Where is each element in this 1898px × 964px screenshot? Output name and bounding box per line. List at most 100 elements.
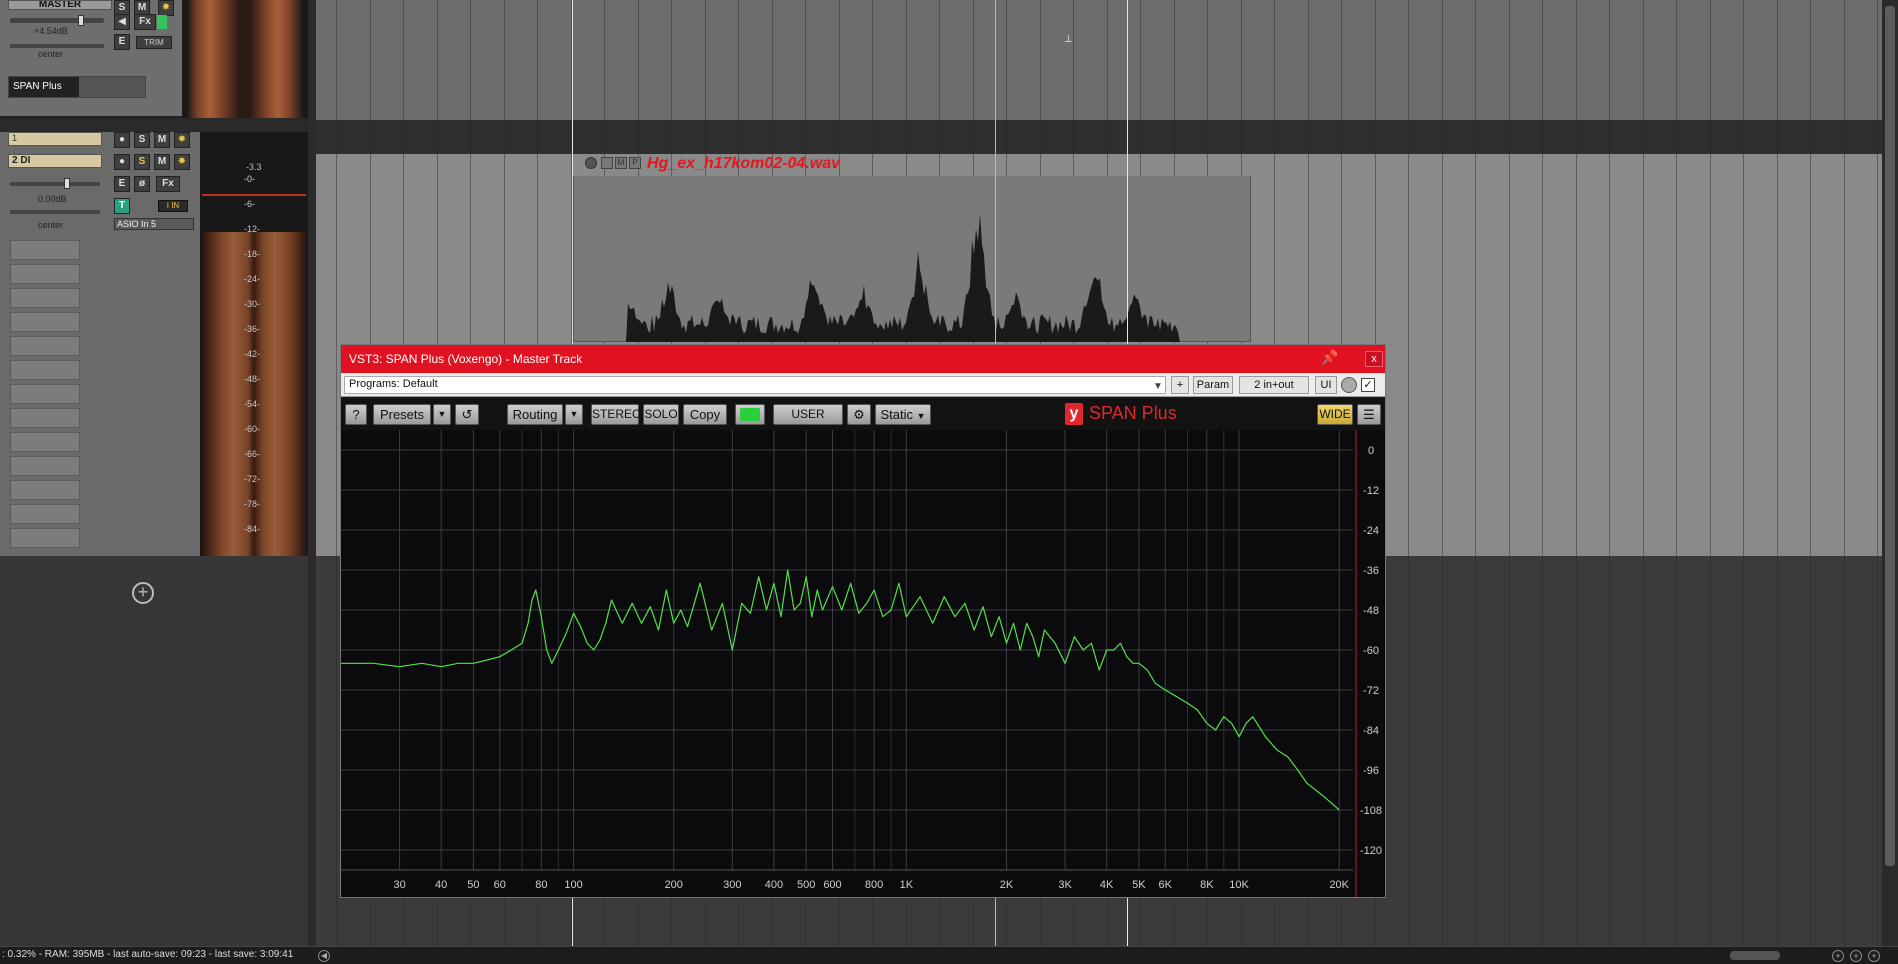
fx-slot[interactable]: [10, 288, 80, 308]
scroll-left-icon[interactable]: ◀: [318, 950, 330, 962]
fx-slot[interactable]: [10, 240, 80, 260]
wide-button[interactable]: WIDE: [1317, 404, 1353, 425]
media-item[interactable]: [573, 176, 1252, 342]
track2-monitor-button[interactable]: T: [114, 198, 130, 214]
master-volume-fader-knob[interactable]: [78, 15, 84, 26]
track2-name-field[interactable]: 2 DI: [8, 154, 102, 168]
meter-scale-label: -84-: [244, 524, 261, 534]
stereo-button[interactable]: STEREO: [591, 404, 641, 425]
programs-select[interactable]: Programs: Default ▼: [344, 376, 1166, 394]
static-button[interactable]: Static ▼: [875, 404, 931, 425]
wet-knob-icon[interactable]: [1341, 377, 1357, 393]
master-volume-fader[interactable]: [10, 18, 104, 23]
presets-menu-button[interactable]: ▼: [433, 404, 451, 425]
track2-fx-button[interactable]: Fx: [156, 176, 180, 192]
track2-mute-button[interactable]: M: [154, 154, 170, 170]
track2-input-toggle[interactable]: I IN: [158, 200, 188, 212]
master-pan-slider[interactable]: [10, 44, 104, 48]
param-button[interactable]: Param: [1193, 376, 1233, 394]
solo-button[interactable]: SOLO: [643, 404, 679, 425]
master-name-field[interactable]: MASTER: [8, 0, 112, 10]
ui-button[interactable]: UI: [1315, 376, 1337, 394]
item-fx-icon[interactable]: [601, 157, 613, 169]
add-track-icon[interactable]: +: [132, 582, 154, 604]
plugin-titlebar[interactable]: VST3: SPAN Plus (Voxengo) - Master Track…: [341, 345, 1385, 373]
fx-slot[interactable]: [10, 408, 80, 428]
copy-button[interactable]: Copy: [683, 404, 727, 425]
master-route-button[interactable]: ✸: [158, 0, 174, 16]
item-mute-icon[interactable]: M: [615, 157, 627, 169]
pin-icon[interactable]: 📌: [1321, 349, 1338, 366]
routing-button[interactable]: Routing: [507, 404, 563, 425]
track2-env-button[interactable]: E: [114, 176, 130, 192]
track1-solo-button[interactable]: S: [134, 132, 150, 148]
grid-line: [1676, 0, 1677, 946]
hscroll-thumb[interactable]: [1730, 951, 1780, 960]
zoom-reset-icon[interactable]: +: [1868, 950, 1880, 962]
master-mono-button[interactable]: ◀: [114, 14, 130, 30]
master-fx-button[interactable]: Fx: [134, 14, 156, 30]
routing-menu-button[interactable]: ▼: [565, 404, 583, 425]
x-tick-label: 5K: [1132, 879, 1146, 891]
item-props-icon[interactable]: P: [629, 157, 641, 169]
tcp-separator: [0, 118, 314, 132]
span-toolbar: ? Presets ▼ ↺ Routing ▼ STEREO SOLO Copy…: [341, 398, 1385, 430]
track1-name-field[interactable]: 1: [8, 132, 102, 146]
io-button[interactable]: 2 in+out: [1239, 376, 1309, 394]
x-tick-label: 4K: [1100, 879, 1114, 891]
fx-slot[interactable]: [10, 360, 80, 380]
span-logo: y SPAN Plus: [1065, 403, 1177, 425]
y-tick-label: -108: [1360, 805, 1382, 817]
user-button[interactable]: USER: [773, 404, 843, 425]
zoom-in-icon[interactable]: +: [1850, 950, 1862, 962]
track2-input-select[interactable]: ASIO In 5: [114, 218, 194, 230]
meter-scale-label: -42-: [244, 349, 261, 359]
master-env-button[interactable]: E: [114, 34, 130, 50]
track2-solo-button[interactable]: S: [134, 154, 150, 170]
spectrum-display[interactable]: 30 40 50 60 80 100 200 300 400 500 600 800 1K 2K 3K 4K 5…: [341, 430, 1385, 897]
item-lock-icon[interactable]: [585, 157, 597, 169]
track1-route-button[interactable]: ✸: [174, 132, 190, 148]
zoom-out-icon[interactable]: +: [1832, 950, 1844, 962]
track2-pan-slider[interactable]: [10, 210, 100, 214]
fx-slot[interactable]: [10, 384, 80, 404]
track2-volume-fader[interactable]: [10, 182, 100, 186]
master-fx-enable[interactable]: [157, 15, 167, 29]
close-button[interactable]: x: [1365, 351, 1383, 367]
master-trim-button[interactable]: TRIM: [136, 36, 172, 49]
presets-button[interactable]: Presets: [373, 404, 431, 425]
status-text: : 0.32% - RAM: 395MB - last auto-save: 0…: [2, 949, 294, 960]
track1-record-arm[interactable]: ●: [114, 132, 130, 148]
track2-record-arm[interactable]: ●: [114, 154, 130, 170]
track1-mute-button[interactable]: M: [154, 132, 170, 148]
group-toggle[interactable]: [735, 404, 765, 425]
master-volume-label: +4.54dB: [34, 26, 68, 36]
fx-slot[interactable]: [10, 480, 80, 500]
x-tick-label: 6K: [1159, 879, 1173, 891]
grid-line: [1777, 0, 1778, 946]
fx-slot[interactable]: [10, 504, 80, 524]
fx-slot[interactable]: [10, 432, 80, 452]
tcp-divider[interactable]: [308, 0, 316, 946]
menu-icon[interactable]: ☰: [1357, 404, 1381, 425]
track2-volume-knob[interactable]: [64, 178, 70, 189]
fx-slot[interactable]: [10, 456, 80, 476]
add-program-button[interactable]: +: [1171, 376, 1189, 394]
track2-phase-button[interactable]: ø: [134, 176, 150, 192]
fx-slot[interactable]: [10, 336, 80, 356]
gear-icon[interactable]: ⚙: [847, 404, 871, 425]
fx-slot[interactable]: [10, 528, 80, 548]
bypass-checkbox[interactable]: ✓: [1361, 378, 1375, 392]
x-tick-label: 100: [564, 879, 582, 891]
x-tick-label: 600: [823, 879, 841, 891]
track2-route-button[interactable]: ✸: [174, 154, 190, 170]
x-tick-label: 300: [723, 879, 741, 891]
help-button[interactable]: ?: [345, 404, 367, 425]
fx-slot[interactable]: [10, 264, 80, 284]
master-fx-slot[interactable]: SPAN Plus: [8, 76, 146, 98]
vertical-scrollbar-thumb[interactable]: [1885, 6, 1895, 866]
reaper-window: MASTER +4.54dB center S M ✸ ◀ Fx E TRIM …: [0, 0, 1898, 964]
marker-icon[interactable]: ⊥: [1064, 34, 1074, 45]
fx-slot[interactable]: [10, 312, 80, 332]
reset-icon[interactable]: ↺: [455, 404, 479, 425]
